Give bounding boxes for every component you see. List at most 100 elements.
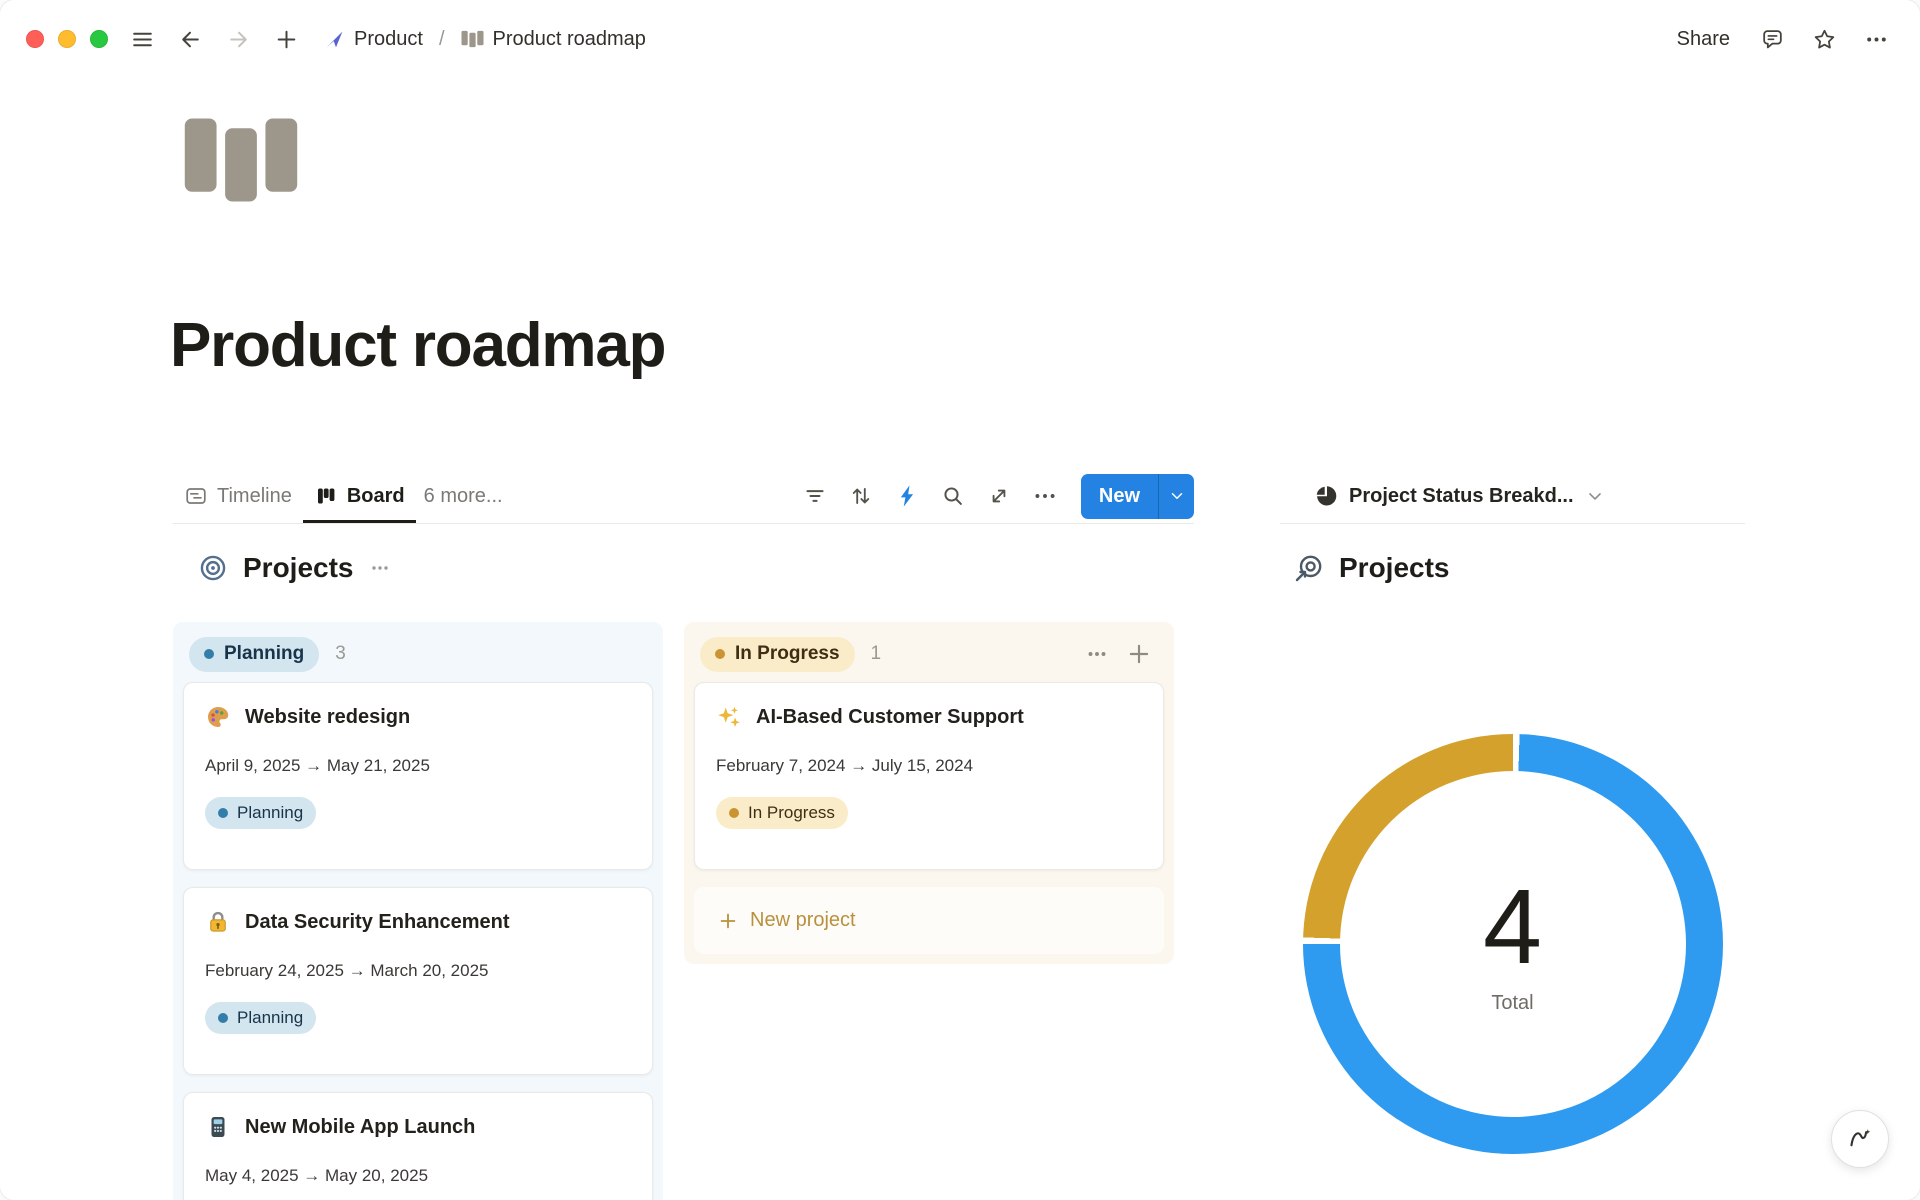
chart-section-title: Projects [1339, 552, 1450, 584]
panel-title: Project Status Breakd... [1349, 485, 1574, 508]
filter-icon [802, 483, 828, 509]
sort-icon [848, 483, 874, 509]
tab-board[interactable]: Board [303, 469, 416, 523]
board-section-title: Projects [243, 552, 354, 584]
chart-section-header: Projects [1293, 552, 1745, 584]
breadcrumb-space[interactable]: Product [318, 24, 429, 55]
status-label: Planning [237, 1008, 303, 1028]
breadcrumb-space-label: Product [354, 28, 423, 51]
board-column-planning: Planning 3 Website redesign April 9, 202… [173, 622, 663, 1200]
lightning-icon [894, 483, 920, 509]
zoom-window-button[interactable] [90, 30, 108, 48]
column-more-button[interactable] [1080, 637, 1114, 671]
column-add-button[interactable] [1122, 637, 1156, 671]
status-dot [218, 1013, 228, 1023]
card-title: AI-Based Customer Support [756, 706, 1024, 729]
tab-timeline[interactable]: Timeline [173, 469, 303, 523]
plus-icon [717, 910, 739, 932]
app-window: Product / Product roadmap Share [0, 0, 1920, 1200]
pie-chart-icon [1314, 484, 1338, 508]
comments-button[interactable] [1754, 21, 1790, 57]
new-project-label: New project [750, 909, 856, 932]
status-badge: Planning [205, 1002, 316, 1034]
board-section-header: Projects [197, 552, 1194, 584]
section-more-button[interactable] [368, 556, 392, 580]
filter-button[interactable] [795, 476, 835, 516]
new-project-button[interactable]: New project [694, 887, 1164, 954]
main-content: Timeline Board 6 more... [173, 469, 1194, 1200]
more-options-button[interactable] [1858, 21, 1894, 57]
sidebar-toggle-button[interactable] [124, 21, 160, 57]
donut-total-label: Total [1491, 992, 1533, 1015]
card-dates: February 7, 2024 → July 15, 2024 [716, 756, 1142, 776]
card-title: New Mobile App Launch [245, 1116, 475, 1139]
phone-icon [205, 1114, 231, 1140]
kanban-board: Planning 3 Website redesign April 9, 202… [173, 622, 1194, 1200]
search-button[interactable] [933, 476, 973, 516]
status-donut-chart[interactable]: 4 Total [1303, 734, 1723, 1154]
status-dot [204, 649, 214, 659]
column-status-label: In Progress [735, 643, 840, 665]
status-label: Planning [237, 803, 303, 823]
tab-more-views[interactable]: 6 more... [416, 469, 511, 523]
board-view-icon [314, 484, 338, 508]
sort-button[interactable] [841, 476, 881, 516]
status-dot [218, 808, 228, 818]
ellipsis-icon [1864, 27, 1889, 52]
timeline-view-icon [184, 484, 208, 508]
view-tabs-bar: Timeline Board 6 more... [173, 469, 1194, 524]
new-button-group: New [1081, 474, 1194, 519]
card-dates: February 24, 2025 → March 20, 2025 [205, 961, 631, 981]
ellipsis-icon [368, 556, 392, 580]
chevron-down-icon [1168, 487, 1186, 505]
page-icon-map[interactable] [181, 116, 301, 204]
close-window-button[interactable] [26, 30, 44, 48]
status-badge: Planning [205, 797, 316, 829]
window-titlebar: Product / Product roadmap Share [0, 0, 1920, 78]
share-button[interactable]: Share [1669, 22, 1738, 57]
status-breakdown-panel: Project Status Breakd... Projects 4 Tota… [1280, 469, 1745, 1154]
search-icon [940, 483, 966, 509]
breadcrumb-page-label: Product roadmap [493, 28, 646, 51]
project-card[interactable]: Website redesign April 9, 2025 → May 21,… [183, 682, 653, 870]
expand-button[interactable] [979, 476, 1019, 516]
dart-icon [324, 29, 345, 50]
status-label: In Progress [748, 803, 835, 823]
project-card[interactable]: Data Security Enhancement February 24, 2… [183, 887, 653, 1075]
project-card[interactable]: New Mobile App Launch May 4, 2025 → May … [183, 1092, 653, 1200]
forward-button[interactable] [220, 21, 256, 57]
new-tab-button[interactable] [268, 21, 304, 57]
new-dropdown-button[interactable] [1158, 474, 1194, 519]
column-status-pill[interactable]: Planning [189, 637, 319, 672]
map-icon [181, 116, 301, 204]
view-more-button[interactable] [1025, 476, 1065, 516]
panel-header[interactable]: Project Status Breakd... [1280, 469, 1745, 524]
ai-face-icon [1845, 1124, 1875, 1154]
new-button[interactable]: New [1081, 474, 1158, 519]
star-icon [1812, 27, 1837, 52]
hamburger-icon [130, 27, 155, 52]
project-card[interactable]: AI-Based Customer Support February 7, 20… [694, 682, 1164, 870]
card-dates: April 9, 2025 → May 21, 2025 [205, 756, 631, 776]
status-badge: In Progress [716, 797, 848, 829]
automations-button[interactable] [887, 476, 927, 516]
status-dot [715, 649, 725, 659]
column-header: In Progress 1 [694, 632, 1164, 676]
comment-icon [1760, 27, 1785, 52]
minimize-window-button[interactable] [58, 30, 76, 48]
back-button[interactable] [172, 21, 208, 57]
tab-more-label: 6 more... [424, 485, 503, 508]
column-status-pill[interactable]: In Progress [700, 637, 855, 672]
page-title: Product roadmap [170, 310, 665, 381]
plus-icon [1126, 641, 1152, 667]
view-toolbar: New [795, 474, 1194, 519]
notion-ai-button[interactable] [1831, 1110, 1889, 1168]
tab-timeline-label: Timeline [217, 485, 292, 508]
expand-icon [986, 483, 1012, 509]
tab-board-label: Board [347, 485, 405, 508]
column-count: 3 [335, 643, 346, 665]
breadcrumb-page[interactable]: Product roadmap [455, 24, 652, 55]
card-title: Data Security Enhancement [245, 911, 510, 934]
favorite-button[interactable] [1806, 21, 1842, 57]
sparkles-icon [716, 704, 742, 730]
